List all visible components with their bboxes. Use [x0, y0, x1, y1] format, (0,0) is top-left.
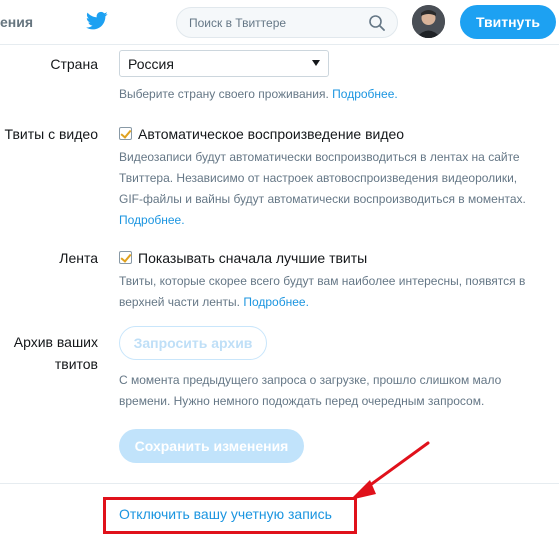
video-description-line: GIF-файлы и вайны будут автоматически во… [119, 192, 526, 206]
country-label: Страна [50, 56, 98, 72]
request-archive-button[interactable]: Запросить архив [119, 326, 267, 360]
video-learn-more-link[interactable]: Подробнее. [119, 213, 185, 227]
country-learn-more-link[interactable]: Подробнее. [332, 87, 398, 101]
save-changes-button[interactable]: Сохранить изменения [119, 429, 304, 463]
search-input[interactable] [189, 8, 369, 37]
archive-description: С момента предыдущего запроса о загрузке… [119, 370, 529, 412]
video-description: Видеозаписи будут автоматически воспроиз… [119, 147, 529, 231]
video-label: Твиты с видео [4, 126, 98, 142]
video-description-line: Твиттера. Независимо от настроек автовос… [119, 171, 518, 185]
country-selected-value: Россия [128, 56, 174, 72]
avatar[interactable] [412, 5, 445, 38]
timeline-description-line: Твиты, которые скорее всего будут вам на… [119, 274, 526, 288]
video-autoplay-label: Автоматическое воспроизведение видео [138, 126, 405, 142]
nav-item-notifications[interactable]: ения [0, 14, 33, 30]
archive-description-line: времени. Нужно немного подождать перед о… [119, 394, 485, 408]
timeline-description-line: верхней части ленты. [119, 295, 244, 309]
timeline-learn-more-link[interactable]: Подробнее. [243, 295, 309, 309]
best-tweets-label: Показывать сначала лучшие твиты [138, 250, 368, 266]
twitter-bird-icon[interactable] [86, 11, 108, 31]
archive-label-line: твитов [54, 356, 98, 372]
deactivate-account-link[interactable]: Отключить вашу учетную запись [119, 506, 332, 522]
timeline-label: Лента [59, 250, 98, 266]
archive-label-line: Архив ваших [13, 334, 98, 350]
country-description-text: Выберите страну своего проживания. [119, 87, 333, 101]
section-divider [0, 483, 559, 484]
archive-description-line: С момента предыдущего запроса о загрузке… [119, 373, 502, 387]
best-tweets-checkbox[interactable] [119, 251, 132, 264]
video-autoplay-checkbox[interactable] [119, 127, 132, 140]
search-box[interactable] [176, 7, 398, 38]
country-description: Выберите страну своего проживания. Подро… [119, 84, 529, 105]
tweet-button[interactable]: Твитнуть [460, 5, 556, 39]
video-autoplay-option[interactable]: Автоматическое воспроизведение видео [119, 125, 404, 143]
dropdown-arrow-icon [312, 60, 320, 66]
best-tweets-option[interactable]: Показывать сначала лучшие твиты [119, 249, 367, 267]
archive-label: Архив ваших твитов [14, 331, 98, 375]
avatar-image [412, 5, 445, 38]
search-icon[interactable] [368, 14, 386, 32]
top-nav-bar: ения Твитнуть [0, 0, 559, 45]
video-description-line: Видеозаписи будут автоматически воспроиз… [119, 150, 520, 164]
timeline-description: Твиты, которые скорее всего будут вам на… [119, 271, 529, 313]
country-select[interactable]: Россия [119, 50, 329, 77]
